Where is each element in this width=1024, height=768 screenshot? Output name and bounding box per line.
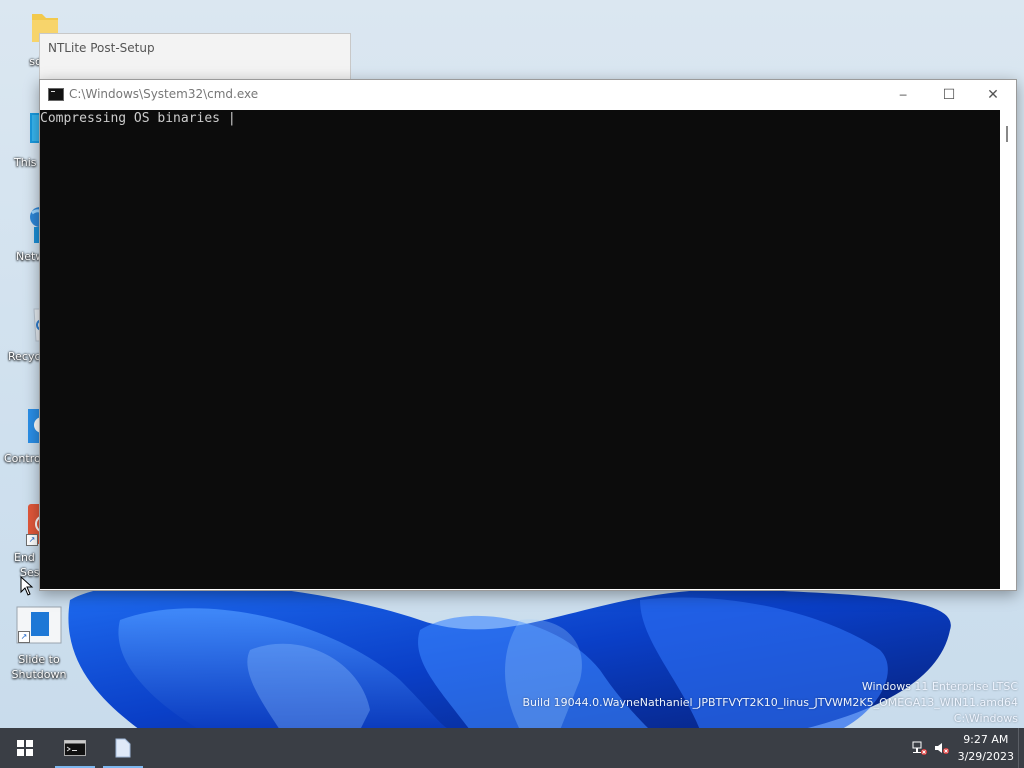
maximize-icon: ☐ — [942, 87, 956, 103]
vertical-scrollbar[interactable] — [1000, 110, 1016, 589]
taskbar-item-cmd[interactable] — [52, 728, 98, 768]
build-watermark: Windows 11 Enterprise LTSC Build 19044.0… — [522, 679, 1018, 727]
cmd-window[interactable]: C:\Windows\System32\cmd.exe ─ ☐ ✕ Compre… — [39, 79, 1017, 591]
taskbar: 9:27 AM 3/29/2023 — [0, 728, 1024, 768]
watermark-build: Build 19044.0.WayneNathaniel_JPBTFVYT2K1… — [522, 696, 1018, 709]
scrollbar-thumb[interactable] — [1006, 126, 1008, 142]
console-output[interactable]: Compressing OS binaries | — [40, 110, 1000, 589]
clock-date: 3/29/2023 — [957, 750, 1014, 763]
show-desktop-button[interactable] — [1018, 728, 1024, 768]
shortcut-arrow-icon: ↗ — [18, 631, 30, 643]
clock-time: 9:27 AM — [963, 733, 1009, 746]
clock[interactable]: 9:27 AM 3/29/2023 — [958, 731, 1014, 765]
maximize-button[interactable]: ☐ — [926, 80, 972, 110]
volume-muted-icon[interactable] — [934, 740, 950, 759]
desktop: sda This Netw Recyc Contro ↗ End Sess — [0, 0, 1024, 728]
window-title: NTLite Post-Setup — [48, 41, 155, 55]
minimize-button[interactable]: ─ — [880, 80, 926, 110]
shortcut-arrow-icon: ↗ — [26, 534, 38, 546]
document-icon — [115, 738, 131, 758]
console-text: Compressing OS binaries | — [40, 111, 236, 126]
desktop-icon-label: Shutdown — [11, 668, 67, 681]
console-icon — [48, 88, 64, 101]
close-button[interactable]: ✕ — [970, 80, 1016, 110]
title-bar[interactable]: C:\Windows\System32\cmd.exe ─ ☐ ✕ — [40, 80, 1016, 110]
desktop-icon-slide-to-shutdown[interactable]: ↗ Slide to Shutdown — [4, 606, 74, 682]
window-title: C:\Windows\System32\cmd.exe — [69, 87, 259, 101]
start-button[interactable] — [2, 728, 48, 768]
close-icon: ✕ — [987, 87, 999, 103]
taskbar-item-document[interactable] — [100, 728, 146, 768]
minimize-icon: ─ — [899, 88, 907, 102]
watermark-path: C:\Windows — [953, 712, 1018, 725]
watermark-edition: Windows 11 Enterprise LTSC — [861, 680, 1018, 693]
desktop-icon-label: Slide to — [18, 653, 60, 666]
windows-logo-icon — [17, 740, 33, 756]
network-status-icon[interactable] — [912, 740, 928, 759]
mouse-cursor-icon — [20, 576, 34, 596]
slide-shutdown-icon: ↗ — [16, 606, 62, 644]
console-icon — [64, 740, 86, 756]
